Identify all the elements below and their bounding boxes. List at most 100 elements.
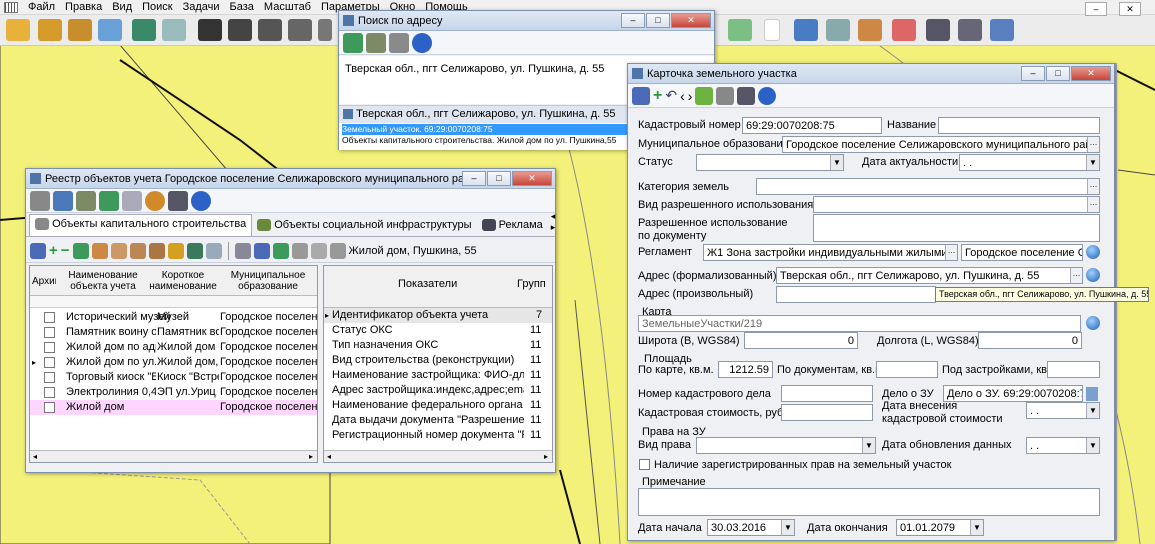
building-icon[interactable] [389,32,409,53]
cursor-icon[interactable] [764,19,780,41]
project-folder-icon[interactable] [68,19,92,41]
tab-advertising[interactable]: Реклама [477,216,548,236]
dots-button[interactable]: … [1087,179,1099,194]
globe-folder-icon[interactable] [98,19,122,41]
col-short-name[interactable]: Короткое наименование [148,270,218,292]
actual-date-input[interactable]: . . ▼ [959,154,1100,171]
refresh-icon[interactable] [343,32,363,53]
props-row[interactable]: Адрес застройщика:индекс,адрес;email 11 [324,383,552,398]
binoculars-dots-icon[interactable] [258,19,282,41]
col-group[interactable]: Групп [517,278,551,290]
back-arrow-icon[interactable] [728,19,752,41]
sort-icon[interactable] [91,242,108,259]
undo-icon[interactable]: ↶ [665,87,677,104]
route-icon[interactable] [892,19,916,41]
grid-filter-row[interactable] [30,296,317,308]
land-category-input[interactable]: … [756,178,1100,195]
maximize-button[interactable]: □ [1046,66,1070,81]
chevron-down-icon[interactable]: ▼ [1086,438,1099,453]
help-cursor-icon[interactable] [990,19,1014,41]
menu-tasks[interactable]: Задачи [183,1,220,13]
lock-icon[interactable] [167,242,184,259]
status-select[interactable]: ▼ [696,154,844,171]
binoculars-a-icon[interactable] [228,19,252,41]
reglament-input[interactable]: Ж1 Зона застройки индивидуальными жилыми… [703,244,958,261]
globe-icon[interactable] [1086,245,1100,259]
dots-button[interactable]: … [1087,137,1099,152]
shapes-icon[interactable] [695,86,714,105]
globe-icon[interactable] [1086,316,1100,330]
chevron-down-icon[interactable]: ▼ [862,438,875,453]
close-button[interactable]: ✕ [1071,66,1111,81]
table-row[interactable]: Торговый киоск "ВстКиоск "ВстреГородское… [30,370,317,385]
col-name[interactable]: Наименование объекта учета [62,270,144,292]
edit-icon[interactable] [30,242,46,259]
area-doc-input[interactable] [876,361,938,378]
map-layer-input[interactable]: ЗемельныеУчастки/219 [638,315,1081,332]
minimize-button[interactable]: – [462,171,486,186]
remove-icon[interactable]: − [61,242,70,259]
refresh-props-icon[interactable] [272,242,289,259]
case-num-input[interactable] [781,385,873,402]
help-icon[interactable] [758,86,777,105]
permitted-use-input[interactable]: … [813,196,1100,213]
select-table-icon[interactable] [794,19,818,41]
binoculars-icon[interactable] [198,19,222,41]
map-icon[interactable] [366,32,386,53]
text-label-icon[interactable] [826,19,850,41]
props-row[interactable]: Наименование застройщика: ФИО-для гр 11 [324,368,552,383]
edit-icon[interactable] [632,86,650,105]
print-icon[interactable] [737,86,756,105]
menu-search[interactable]: Поиск [142,1,172,13]
filter-icon[interactable] [234,242,251,259]
props-row[interactable]: Вид строительства (реконструкции) 11 [324,353,552,368]
chevron-down-icon[interactable]: ▼ [830,155,843,170]
add-icon[interactable]: + [49,242,58,259]
binoculars-search-icon[interactable] [288,19,312,41]
start-date-input[interactable]: 30.03.2016 ▼ [707,519,795,536]
props-row[interactable]: Тип назначения ОКС 11 [324,338,552,353]
table-row[interactable]: Памятник воину освПамятник воиГородское … [30,325,317,340]
registered-checkbox[interactable] [639,459,650,470]
horizontal-scrollbar[interactable]: ◂ ▸ [30,450,317,462]
table-row[interactable]: Жилой дом по адреЖилой дом - Городское п… [30,340,317,355]
gear-icon[interactable] [145,190,165,211]
right-type-select[interactable]: ▼ [696,437,876,454]
search-window-titlebar[interactable]: Поиск по адресу – □ ✕ [339,11,714,31]
chevron-down-icon[interactable]: ▼ [970,520,983,535]
menu-scale[interactable]: Масштаб [264,1,311,13]
close-button[interactable]: ✕ [1119,2,1141,16]
props-row[interactable]: Регистрационный номер документа "Разр11 [324,428,552,443]
address-formal-input[interactable]: Тверская обл., пгт Селижарово, ул. Пушки… [776,267,1083,284]
note-textarea[interactable] [638,488,1100,516]
clear-icon[interactable] [310,242,327,259]
name-input[interactable] [938,117,1100,134]
minimize-button[interactable]: – [1085,2,1107,16]
maximize-button[interactable]: □ [487,171,511,186]
print-preview-icon[interactable] [958,19,982,41]
reglament-municipality[interactable]: Городское поселение Сели [961,244,1083,261]
chevron-down-icon[interactable]: ▼ [1086,403,1099,418]
props-row[interactable]: Статус ОКС 11 [324,323,552,338]
sort-desc-icon[interactable] [110,242,127,259]
layers-icon[interactable] [186,242,203,259]
table-row[interactable]: Исторический музей Музей Городское поселен… [30,310,317,325]
refresh-icon[interactable] [99,190,119,211]
print-icon[interactable] [926,19,950,41]
menu-file[interactable]: Файл [28,1,55,13]
list-icon[interactable] [318,19,332,41]
cost-date-input[interactable]: . . ▼ [1026,402,1100,419]
search-icon[interactable] [329,242,346,259]
maximize-button[interactable]: □ [646,13,670,28]
globe-icon[interactable] [1086,268,1100,282]
tree-icon[interactable] [205,242,222,259]
add-icon[interactable]: + [653,87,662,105]
municipality-input[interactable]: Городское поселение Селижаровского муниц… [782,136,1100,153]
tab-capital-objects[interactable]: Объекты капитального строительства [29,214,253,236]
chevron-down-icon[interactable]: ▼ [781,520,794,535]
open-folder-icon[interactable] [6,19,30,41]
dots-button[interactable]: … [1070,268,1082,283]
dots-button[interactable]: … [945,245,957,260]
menu-view[interactable]: Вид [112,1,132,13]
address-free-input[interactable] [776,286,936,303]
